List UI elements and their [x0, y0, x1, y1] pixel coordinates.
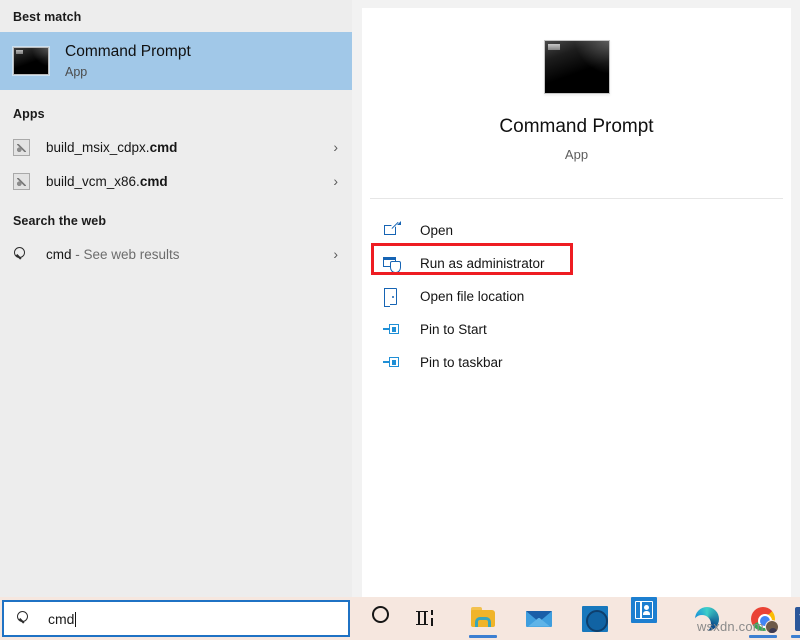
web-result-label: cmd - See web results	[46, 247, 180, 262]
chevron-right-icon[interactable]: ›	[333, 140, 338, 154]
contacts-icon	[631, 597, 657, 623]
action-run-as-administrator[interactable]: Run as administrator	[362, 247, 791, 280]
pane-divider	[370, 198, 783, 199]
taskbar-button-task-view[interactable]	[407, 597, 447, 640]
list-item-label: build_msix_cdpx.cmd	[46, 140, 177, 155]
action-label: Pin to Start	[420, 322, 487, 337]
pin-icon	[383, 320, 402, 339]
task-view-icon	[414, 606, 440, 632]
word-icon: W	[792, 606, 800, 632]
panel-right-strip	[791, 0, 800, 597]
best-match-result-command-prompt[interactable]: Command Prompt App	[0, 32, 352, 90]
list-item-ext: cmd	[149, 139, 178, 155]
best-match-subtitle: App	[65, 64, 88, 79]
search-icon	[16, 610, 33, 627]
pin-icon	[383, 353, 402, 372]
app-preview: Command Prompt App	[362, 8, 791, 194]
taskbar-button-file-explorer[interactable]	[463, 597, 503, 640]
command-prompt-icon	[543, 40, 610, 94]
list-item[interactable]: build_msix_cdpx.cmd ›	[0, 131, 352, 163]
watermark: wsxdn.com	[697, 619, 764, 634]
chevron-right-icon[interactable]: ›	[333, 174, 338, 188]
app-detail-pane: Command Prompt App Open Run as administr…	[362, 8, 791, 597]
command-prompt-icon	[13, 47, 49, 75]
taskbar-button-cortana[interactable]	[360, 597, 400, 640]
dell-icon	[582, 605, 608, 632]
search-results-list: Best match Command Prompt App Apps build…	[0, 0, 352, 597]
search-icon	[13, 246, 30, 263]
action-label: Open file location	[420, 289, 525, 304]
open-icon	[383, 221, 402, 240]
text-caret	[75, 611, 77, 627]
shield-admin-icon	[383, 254, 402, 273]
file-explorer-icon	[470, 606, 496, 632]
action-pin-to-taskbar[interactable]: Pin to taskbar	[362, 346, 791, 379]
search-input-value[interactable]: cmd	[48, 610, 77, 627]
action-open[interactable]: Open	[362, 214, 791, 247]
app-preview-subtitle: App	[564, 147, 589, 162]
best-match-header: Best match	[13, 10, 82, 24]
web-result-suffix: - See web results	[71, 246, 180, 262]
taskbar-button-dell[interactable]	[575, 597, 615, 640]
app-preview-title: Command Prompt	[499, 116, 654, 137]
action-open-file-location[interactable]: Open file location	[362, 280, 791, 313]
action-label: Open	[420, 223, 454, 238]
app-actions-list: Open Run as administrator Open file loca…	[362, 214, 791, 379]
best-match-text: Command Prompt App	[65, 43, 191, 79]
taskbar-button-mail[interactable]	[519, 597, 559, 640]
list-item-name: build_vcm_x86.	[46, 173, 140, 189]
folder-location-icon	[383, 287, 402, 307]
best-match-title: Command Prompt	[65, 42, 191, 60]
apps-header: Apps	[13, 107, 45, 121]
list-item[interactable]: build_vcm_x86.cmd ›	[0, 165, 352, 197]
web-result-query: cmd	[46, 246, 72, 262]
panel-top-strip	[352, 0, 800, 8]
taskbar-button-word[interactable]: W	[785, 597, 800, 640]
search-the-web-header: Search the web	[13, 214, 107, 228]
action-label: Run as administrator	[420, 256, 545, 271]
taskbar: cmd	[0, 597, 800, 640]
screen: Best match Command Prompt App Apps build…	[0, 0, 800, 640]
action-pin-to-start[interactable]: Pin to Start	[362, 313, 791, 346]
chevron-right-icon[interactable]: ›	[333, 247, 338, 261]
list-item-label: build_vcm_x86.cmd	[46, 174, 168, 189]
taskbar-button-contacts[interactable]	[631, 597, 671, 640]
search-input-text: cmd	[48, 610, 75, 627]
list-item-ext: cmd	[139, 173, 168, 189]
avatar	[765, 619, 779, 634]
start-menu-search-results: Best match Command Prompt App Apps build…	[0, 0, 800, 597]
web-result-item[interactable]: cmd - See web results ›	[0, 238, 352, 270]
script-file-icon	[13, 138, 30, 156]
action-label: Pin to taskbar	[420, 355, 503, 370]
mail-icon	[526, 606, 552, 632]
taskbar-search-box[interactable]: cmd	[2, 600, 350, 637]
cortana-icon	[367, 605, 393, 632]
script-file-icon	[13, 172, 30, 190]
list-item-name: build_msix_cdpx.	[46, 139, 150, 155]
